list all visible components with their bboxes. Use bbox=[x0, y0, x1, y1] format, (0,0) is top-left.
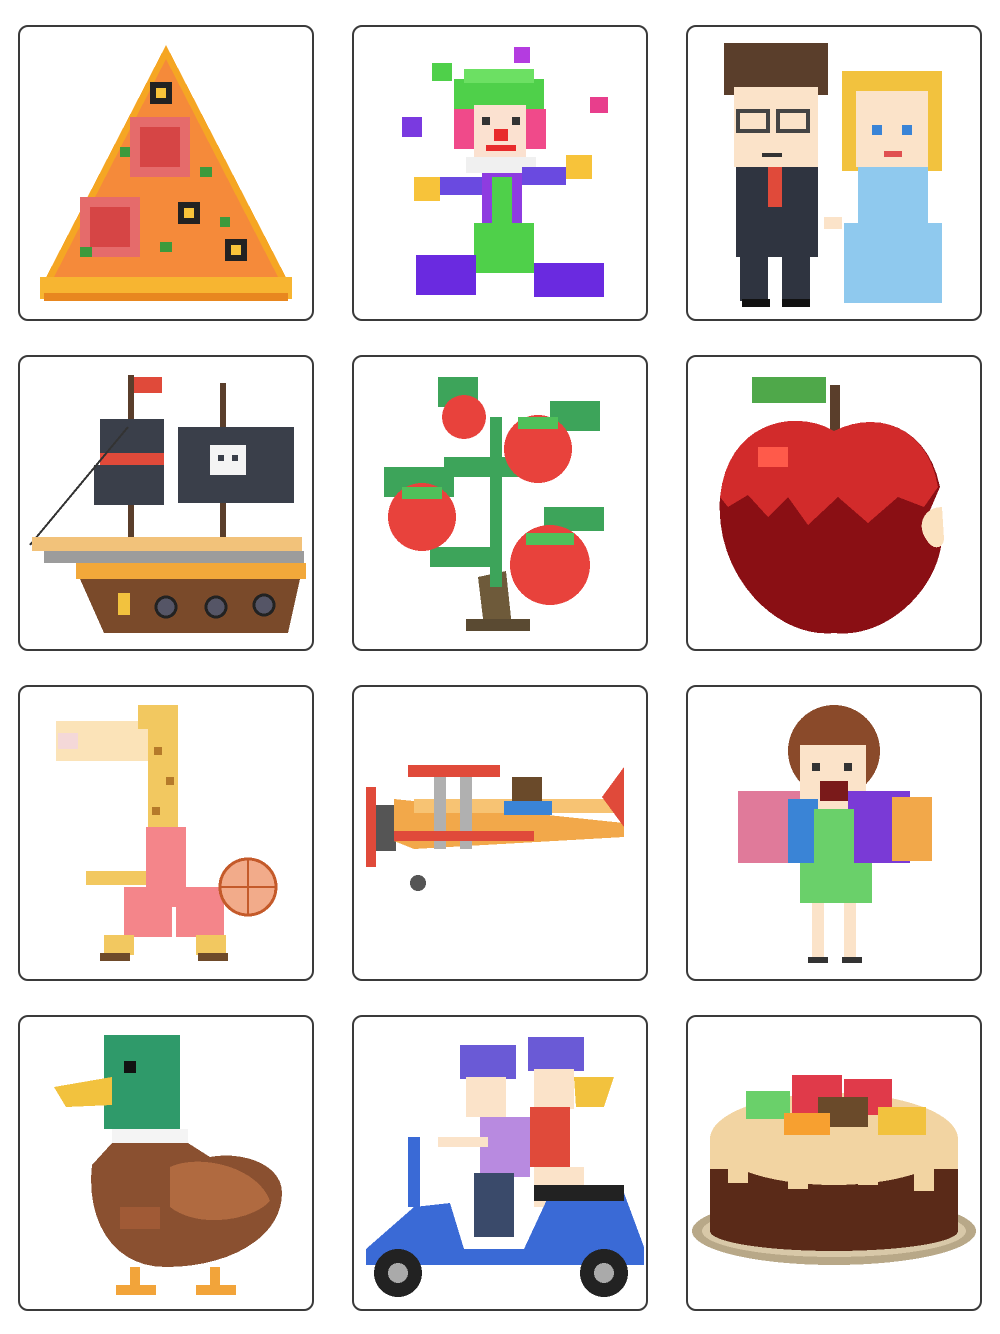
shopping-woman-icon bbox=[738, 705, 932, 963]
artwork-card-cake[interactable] bbox=[686, 1015, 982, 1311]
pizza-slice-icon bbox=[40, 45, 292, 301]
artwork-card-couple[interactable] bbox=[686, 25, 982, 321]
artwork-card-giraffe[interactable] bbox=[18, 685, 314, 981]
artwork-card-duck[interactable] bbox=[18, 1015, 314, 1311]
juggling-clown-icon bbox=[402, 47, 608, 297]
pirate-ship-icon bbox=[29, 375, 306, 633]
artwork-card-apple[interactable] bbox=[686, 355, 982, 651]
artwork-card-pirate-ship[interactable] bbox=[18, 355, 314, 651]
artwork-gallery-grid bbox=[0, 0, 1000, 1334]
artwork-card-biplane[interactable] bbox=[352, 685, 648, 981]
cake-icon bbox=[692, 1075, 976, 1265]
artwork-card-tomato-plant[interactable] bbox=[352, 355, 648, 651]
giraffe-basketball-icon bbox=[56, 705, 278, 961]
artwork-card-scooter[interactable] bbox=[352, 1015, 648, 1311]
artwork-card-clown[interactable] bbox=[352, 25, 648, 321]
tomato-plant-icon bbox=[384, 377, 604, 631]
artwork-card-pizza[interactable] bbox=[18, 25, 314, 321]
bitten-apple-icon bbox=[719, 377, 944, 634]
scooter-riders-icon bbox=[366, 1037, 644, 1297]
artwork-card-shopping-woman[interactable] bbox=[686, 685, 982, 981]
biplane-icon bbox=[366, 765, 624, 891]
mallard-duck-icon bbox=[54, 1035, 282, 1295]
couple-icon bbox=[724, 43, 942, 307]
